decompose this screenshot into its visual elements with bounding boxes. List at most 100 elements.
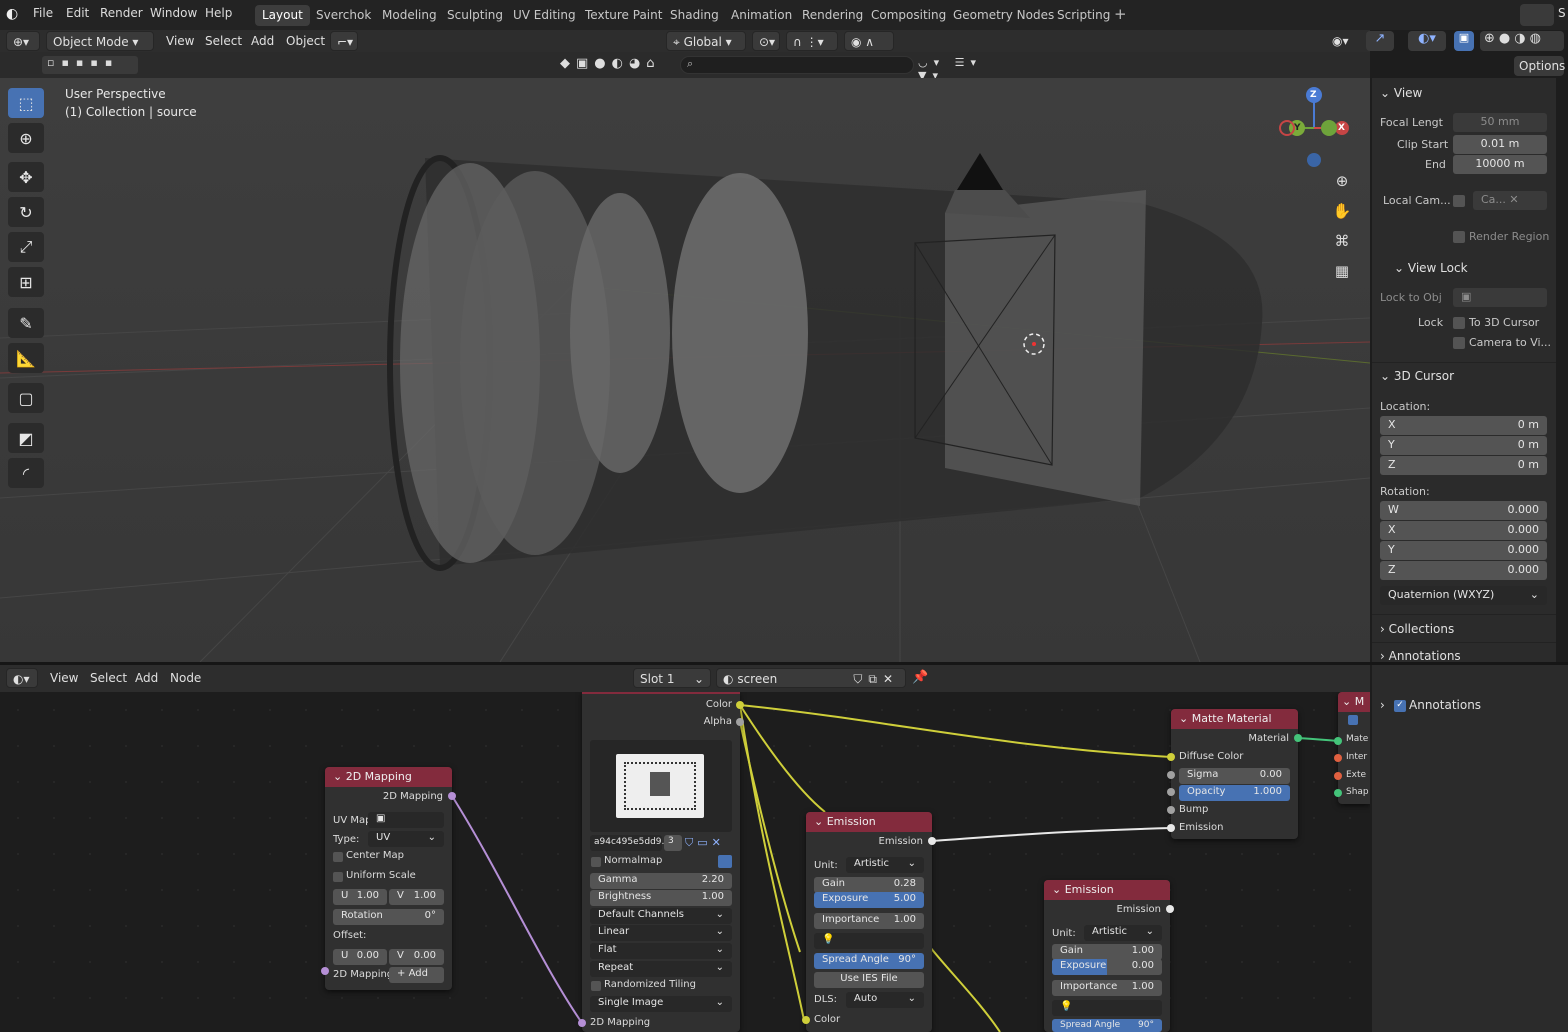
camera-view-icon[interactable]: ⌘ [1330, 232, 1354, 256]
menu-view[interactable]: View [160, 31, 200, 51]
lock-to-object-field[interactable]: ▣ [1453, 288, 1547, 307]
alpha-output-socket[interactable] [736, 718, 744, 726]
scene-selector[interactable] [1520, 4, 1554, 26]
node-header[interactable]: ⌄ Matte Material [1171, 709, 1298, 729]
pan-hand-icon[interactable]: ✋ [1330, 202, 1354, 226]
scale-v-field[interactable]: V 1.00 [389, 889, 444, 905]
tab-modeling[interactable]: Modeling [375, 5, 444, 26]
measure-tool-icon[interactable]: 📐 [8, 343, 44, 373]
light-group-field[interactable]: 💡 [1052, 1000, 1162, 1016]
scene-label[interactable]: S [1558, 6, 1566, 20]
tab-rendering[interactable]: Rendering [795, 5, 870, 26]
sigma-socket[interactable] [1167, 771, 1175, 779]
annotations-header[interactable]: › Annotations [1380, 649, 1461, 663]
uniform-scale-checkbox[interactable] [333, 872, 343, 882]
location-z-field[interactable]: Z 0 m [1380, 456, 1547, 475]
add-button[interactable]: + Add [389, 967, 444, 983]
node-material-output[interactable]: ⌄ M Mate Inter Exte Shap [1334, 692, 1370, 804]
3d-cursor-header[interactable]: ⌄ 3D Cursor [1380, 369, 1454, 383]
local-camera-field[interactable]: Ca... ✕ [1473, 191, 1547, 210]
gizmo-toggle-icon[interactable]: ↗ [1366, 31, 1394, 51]
material-selector[interactable]: ◐ screen ⛉⧉✕ [716, 668, 906, 688]
use-ies-file-button[interactable]: Use IES File [814, 972, 924, 988]
node-header[interactable]: ⌄ Emission [806, 812, 932, 832]
transform-tool-icon[interactable]: ⊞ [8, 267, 44, 297]
transform-orientation-dropdown[interactable]: ⌖ Global ▾ [666, 31, 746, 51]
node-2d-mapping[interactable]: ⌄ 2D Mapping 2D Mapping UV Map ▣ Type: U… [321, 767, 456, 990]
offset-v-field[interactable]: V 0.00 [389, 949, 444, 965]
output-socket[interactable] [448, 792, 456, 800]
active-checkbox[interactable] [1348, 715, 1358, 725]
type-dropdown[interactable]: UV ⌄ [368, 831, 444, 847]
node-menu-select[interactable]: Select [84, 668, 133, 688]
rotation-z-field[interactable]: Z 0.000 [1380, 561, 1547, 580]
cursor-tool-icon[interactable]: ⊕ [8, 123, 44, 153]
xray-icon[interactable]: ▣ [1454, 31, 1474, 51]
node-editor-type-icon[interactable]: ◐▾ [6, 668, 38, 688]
bump-socket[interactable] [1167, 806, 1175, 814]
rotation-mode-dropdown[interactable]: Quaternion (WXYZ) ⌄ [1380, 586, 1547, 605]
blender-logo-icon[interactable]: ◐ [6, 6, 24, 24]
lock-to-cursor-checkbox[interactable] [1453, 317, 1465, 329]
tab-layout[interactable]: Layout [255, 5, 310, 26]
proportional-edit-icon[interactable]: ◉ ∧ [844, 31, 894, 51]
clip-end-field[interactable]: 10000 m [1453, 155, 1547, 174]
3d-viewport[interactable]: Z Y X User Perspective (1) Collection | … [0, 78, 1370, 662]
exposure-field[interactable]: Exposure 5.00 [814, 892, 924, 908]
menu-window[interactable]: Window [150, 6, 197, 20]
tab-animation[interactable]: Animation [724, 5, 799, 26]
exposure-field[interactable]: Exposure 0.00 [1052, 959, 1162, 975]
snap-icon[interactable]: ∩ ⋮▾ [786, 31, 838, 51]
scale-u-field[interactable]: U 1.00 [333, 889, 387, 905]
options-button[interactable]: Options [1514, 56, 1565, 76]
normalmap-checkbox[interactable] [591, 857, 601, 867]
search-input[interactable]: ⌕ [680, 56, 914, 74]
emission-output-socket[interactable] [1166, 905, 1174, 913]
menu-file[interactable]: File [33, 6, 53, 20]
focal-length-field[interactable]: 50 mm [1453, 113, 1547, 132]
opacity-field[interactable]: Opacity 1.000 [1179, 785, 1290, 801]
material-input-socket[interactable] [1334, 737, 1342, 745]
menu-object[interactable]: Object [280, 31, 331, 51]
emission-input-socket[interactable] [1167, 824, 1175, 832]
visibility-icon[interactable]: ◉▾ [1326, 31, 1358, 51]
rotation-w-field[interactable]: W 0.000 [1380, 501, 1547, 520]
image-name-field[interactable]: a94c495e5dd9... [590, 835, 670, 851]
unit-dropdown[interactable]: Artistic ⌄ [846, 857, 924, 873]
tab-sculpting[interactable]: Sculpting [440, 5, 510, 26]
menu-edit[interactable]: Edit [66, 6, 89, 20]
source-dropdown[interactable]: Single Image ⌄ [590, 996, 732, 1012]
node-menu-add[interactable]: Add [129, 668, 164, 688]
perspective-grid-icon[interactable]: ▦ [1330, 262, 1354, 286]
add-workspace-icon[interactable]: + [1114, 5, 1127, 23]
uv-tool-icon[interactable]: ◩ [8, 423, 44, 453]
exterior-socket[interactable] [1334, 772, 1342, 780]
zoom-icon[interactable]: ⊕ [1330, 172, 1354, 196]
image-users-count[interactable]: 3 [664, 835, 682, 851]
rotation-y-field[interactable]: Y 0.000 [1380, 541, 1547, 560]
collections-header[interactable]: › Collections [1380, 622, 1454, 636]
rotate-tool-icon[interactable]: ↻ [8, 197, 44, 227]
location-y-field[interactable]: Y 0 m [1380, 436, 1547, 455]
uvmap-field[interactable]: ▣ [368, 812, 444, 828]
color-output-socket[interactable] [736, 701, 744, 709]
center-map-checkbox[interactable] [333, 852, 343, 862]
select-box-tool-icon[interactable]: ⬚ [8, 88, 44, 118]
opacity-socket[interactable] [1167, 788, 1175, 796]
tab-scripting[interactable]: Scripting [1050, 5, 1117, 26]
importance-field[interactable]: Importance 1.00 [814, 913, 924, 929]
view-panel-header[interactable]: ⌄ View [1380, 86, 1422, 100]
view-lock-header[interactable]: ⌄ View Lock [1394, 261, 1468, 275]
node-emission-1[interactable]: ⌄ Emission Emission Unit: Artistic ⌄ Gain… [802, 812, 936, 1032]
projection-dropdown[interactable]: Flat ⌄ [590, 943, 732, 959]
randomized-tiling-checkbox[interactable] [591, 981, 601, 991]
node-image[interactable]: Color Alpha a94c495e5dd9... 3 ⛉▭✕ Normal… [578, 692, 744, 1032]
tab-shading[interactable]: Shading [663, 5, 726, 26]
mode-dropdown[interactable]: Object Mode ▾ [46, 31, 154, 51]
filter-icons[interactable]: ◡▾ ☰▾ ▼▾ [918, 56, 998, 82]
curve-tool-icon[interactable]: ◜ [8, 458, 44, 488]
slot-dropdown[interactable]: Slot 1 ⌄ [633, 668, 711, 688]
color-input-socket[interactable] [802, 1016, 810, 1024]
shape-socket[interactable] [1334, 789, 1342, 797]
tab-compositing[interactable]: Compositing [864, 5, 953, 26]
